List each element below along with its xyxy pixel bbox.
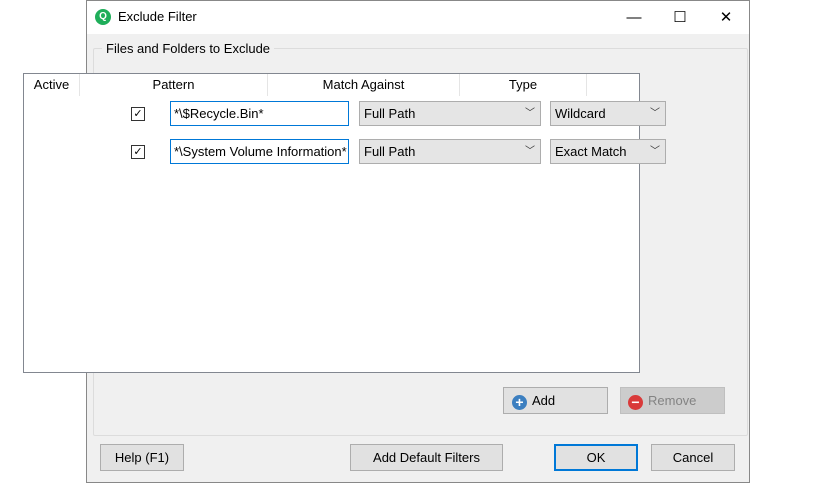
select-value: Full Path [364, 106, 416, 121]
window-title: Exclude Filter [118, 9, 197, 24]
chevron-down-icon: ﹀ [650, 108, 660, 119]
select-value: Full Path [364, 144, 416, 159]
chevron-down-icon: ﹀ [525, 108, 535, 119]
add-button[interactable]: + Add [503, 387, 608, 414]
maximize-button[interactable]: ☐ [657, 1, 703, 34]
column-header-pattern[interactable]: Pattern [80, 74, 268, 96]
app-search-icon: Q [95, 9, 111, 25]
minus-icon: − [628, 395, 643, 410]
active-checkbox[interactable]: ✓ [131, 107, 145, 121]
remove-label: Remove [648, 393, 697, 408]
remove-button[interactable]: − Remove [620, 387, 725, 414]
active-checkbox[interactable]: ✓ [131, 145, 145, 159]
pattern-input[interactable]: *\$Recycle.Bin* [170, 101, 349, 126]
plus-icon: + [512, 395, 527, 410]
group-label: Files and Folders to Exclude [102, 41, 275, 56]
chevron-down-icon: ﹀ [525, 146, 535, 157]
add-label: Add [532, 393, 556, 408]
minimize-button[interactable]: — [611, 1, 657, 34]
select-value: Wildcard [555, 106, 606, 121]
help-button[interactable]: Help (F1) [100, 444, 184, 471]
select-value: Exact Match [555, 144, 627, 159]
type-select[interactable]: Wildcard ﹀ [550, 101, 666, 126]
column-header-match-against[interactable]: Match Against [268, 74, 460, 96]
cancel-button[interactable]: Cancel [651, 444, 735, 471]
add-default-filters-button[interactable]: Add Default Filters [350, 444, 503, 471]
match-against-select[interactable]: Full Path ﹀ [359, 101, 541, 126]
type-select[interactable]: Exact Match ﹀ [550, 139, 666, 164]
chevron-down-icon: ﹀ [650, 146, 660, 157]
close-button[interactable]: ✕ [703, 1, 749, 34]
column-header-active[interactable]: Active [24, 74, 80, 96]
pattern-input[interactable]: *\System Volume Information* [170, 139, 349, 164]
column-header-type[interactable]: Type [460, 74, 587, 96]
match-against-select[interactable]: Full Path ﹀ [359, 139, 541, 164]
ok-button[interactable]: OK [554, 444, 638, 471]
title-bar: Q Exclude Filter — ☐ ✕ [87, 1, 749, 34]
